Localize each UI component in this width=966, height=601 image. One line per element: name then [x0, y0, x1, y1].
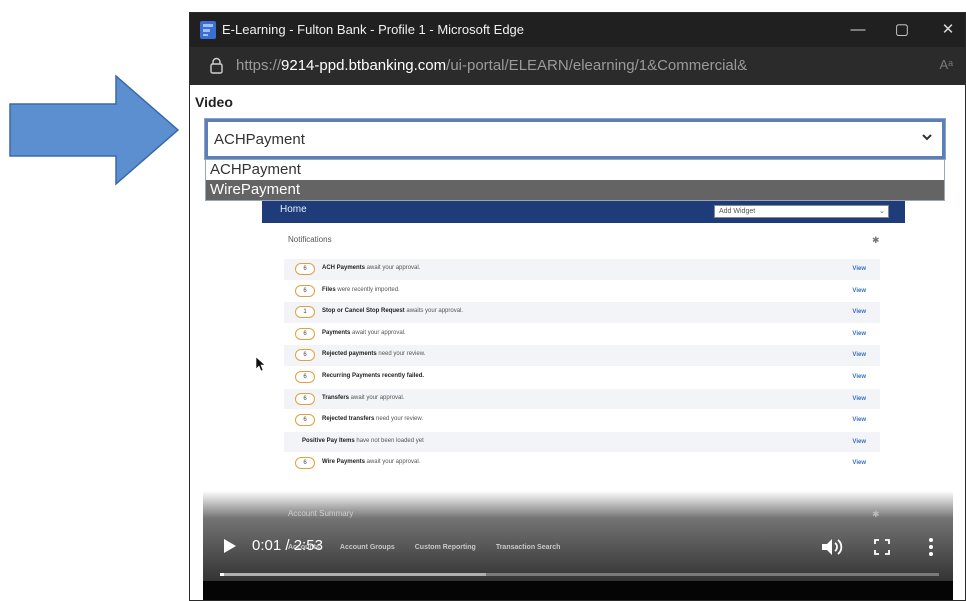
- notification-text: Rejected payments need your review.: [322, 351, 426, 358]
- chevron-down-icon: [922, 134, 932, 141]
- count-badge: 6: [295, 263, 315, 275]
- count-badge: 6: [295, 349, 315, 362]
- buffered-bar: [220, 573, 487, 576]
- video-bottom-strip: [203, 581, 953, 600]
- notification-row: 6 Recurring Payments recently failed. View: [284, 367, 880, 389]
- view-link[interactable]: View: [852, 266, 866, 272]
- notification-text: Files were recently imported.: [322, 286, 400, 293]
- duration: 2:53: [293, 537, 323, 554]
- read-aloud-icon[interactable]: Aᵃ: [939, 57, 953, 72]
- count-badge: 6: [295, 327, 315, 340]
- notification-text: Transfers await your approval.: [322, 394, 405, 401]
- video-dropdown-list: ACHPayment WirePayment: [205, 159, 945, 201]
- notification-row: 6 Rejected payments need your review. View: [284, 345, 880, 367]
- view-link[interactable]: View: [852, 374, 866, 380]
- title-bar: E-Learning - Fulton Bank - Profile 1 - M…: [190, 13, 965, 47]
- address-bar[interactable]: https://9214-ppd.btbanking.com/ui-portal…: [190, 47, 965, 85]
- notification-row: Positive Pay Items have not been loaded …: [284, 431, 880, 454]
- count-badge: 6: [295, 457, 315, 470]
- chevron-down-icon: ⌄: [879, 208, 885, 215]
- add-widget-select[interactable]: Add Widget ⌄: [714, 205, 889, 218]
- tab-transaction-search[interactable]: Transaction Search: [496, 544, 561, 551]
- account-tabs: Accounts Account Groups Custom Reporting Tr…: [288, 544, 580, 551]
- notification-row: 6 Rejected transfers need your review. Vie…: [284, 410, 880, 432]
- notification-text: Positive Pay Items have not been loaded …: [302, 437, 424, 444]
- view-link[interactable]: View: [852, 352, 866, 358]
- app-header-bar: Home Add Widget ⌄: [262, 201, 905, 223]
- notification-row: 6 Files were recently imported. View: [284, 281, 880, 303]
- notifications-title: Notifications: [288, 235, 332, 244]
- count-badge: 1: [295, 306, 315, 319]
- page-content: Video ACHPayment ACHPayment WirePayment …: [190, 85, 965, 600]
- notifications-list: 6 ACH Payments await your approval. View 6 F…: [284, 259, 880, 475]
- window-title: E-Learning - Fulton Bank - Profile 1 - M…: [222, 22, 525, 37]
- view-link[interactable]: View: [852, 439, 866, 445]
- notification-text: Stop or Cancel Stop Request awaits your …: [322, 308, 464, 315]
- count-badge: 6: [295, 392, 315, 405]
- played-bar: [220, 573, 225, 576]
- browser-window: E-Learning - Fulton Bank - Profile 1 - M…: [189, 12, 966, 601]
- view-link[interactable]: View: [852, 460, 866, 466]
- notification-text: Payments await your approval.: [322, 329, 406, 336]
- dropdown-option-wirepayment[interactable]: WirePayment: [206, 180, 944, 200]
- notification-row: 6 Payments await your approval. View: [284, 324, 880, 346]
- tab-account-groups[interactable]: Account Groups: [340, 544, 395, 551]
- maximize-icon[interactable]: ▢: [888, 19, 916, 41]
- view-link[interactable]: View: [852, 331, 866, 337]
- notification-row: 6 Transfers await your approval. View: [284, 388, 880, 411]
- notification-row: 6 Wire Payments await your approval. View: [284, 453, 880, 475]
- view-link[interactable]: View: [852, 288, 866, 294]
- dropdown-option-achpayment[interactable]: ACHPayment: [206, 160, 944, 180]
- video-select-value: ACHPayment: [214, 131, 305, 148]
- current-time: 0:01: [252, 537, 282, 554]
- notification-row: 6 ACH Payments await your approval. View: [284, 259, 880, 281]
- play-icon[interactable]: [224, 539, 236, 553]
- view-link[interactable]: View: [852, 396, 866, 402]
- fullscreen-icon[interactable]: [874, 539, 890, 555]
- count-badge: 6: [295, 370, 315, 383]
- more-options-icon[interactable]: [928, 537, 934, 557]
- notification-row: 1 Stop or Cancel Stop Request awaits your…: [284, 302, 880, 324]
- notification-text: Rejected transfers need your review.: [322, 416, 424, 423]
- view-link[interactable]: View: [852, 309, 866, 315]
- lock-icon: [210, 57, 223, 74]
- time-display: 0:01 / 2:53: [252, 537, 323, 554]
- account-summary-title: Account Summary: [288, 509, 354, 518]
- video-progress-bar[interactable]: [220, 573, 939, 576]
- notification-text: Wire Payments await your approval.: [322, 459, 421, 466]
- video-select[interactable]: ACHPayment: [205, 119, 945, 159]
- pointer-arrow-icon: [9, 74, 180, 186]
- minimize-icon[interactable]: —: [844, 19, 872, 41]
- url-text[interactable]: https://9214-ppd.btbanking.com/ui-portal…: [236, 57, 747, 74]
- home-link[interactable]: Home: [280, 204, 307, 215]
- gear-icon[interactable]: ✱: [872, 509, 880, 520]
- tab-custom-reporting[interactable]: Custom Reporting: [415, 544, 476, 551]
- view-link[interactable]: View: [852, 417, 866, 423]
- notification-text: ACH Payments await your approval.: [322, 265, 421, 271]
- count-badge: 6: [295, 284, 315, 297]
- notification-text: Recurring Payments recently failed.: [322, 372, 425, 379]
- close-icon[interactable]: ✕: [934, 19, 962, 41]
- count-badge: 6: [295, 414, 315, 427]
- mouse-cursor-icon: [256, 357, 265, 371]
- video-label: Video: [195, 94, 233, 110]
- app-logo-icon: [200, 21, 216, 39]
- volume-icon[interactable]: [822, 538, 844, 556]
- gear-icon[interactable]: ✱: [872, 235, 880, 246]
